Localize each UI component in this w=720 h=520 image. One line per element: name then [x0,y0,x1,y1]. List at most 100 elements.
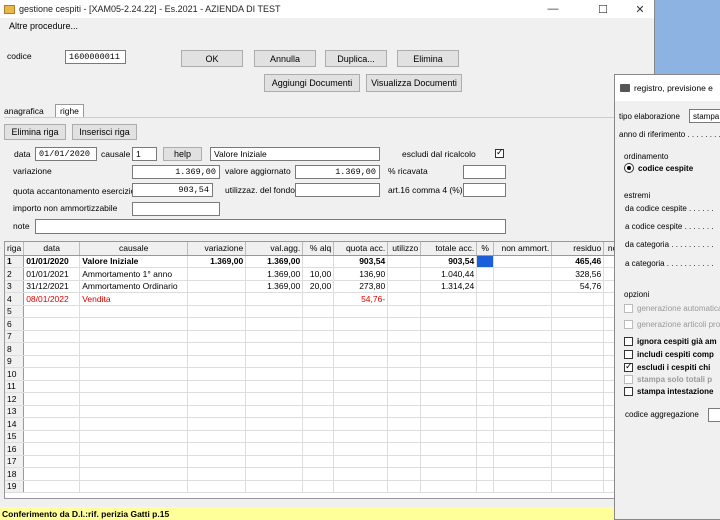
grid-cell-data[interactable]: 31/12/2021 [23,280,81,293]
grid-cell-empty[interactable] [493,442,553,456]
grid-cell-empty[interactable] [245,342,304,356]
grid-cell-empty[interactable] [187,417,247,431]
grid-cell-empty[interactable] [245,367,304,381]
grid-cell-quota[interactable]: 273,80 [333,280,389,293]
grid-cell-empty[interactable] [187,330,247,343]
grid-cell-empty[interactable] [551,405,605,418]
tab-righe[interactable]: righe [55,104,84,117]
table-row[interactable]: 8 [5,342,630,356]
grid-cell-empty[interactable] [23,330,81,343]
grid-cell-empty[interactable] [79,317,189,331]
grid-cell-empty[interactable] [333,480,389,493]
table-row[interactable]: 12 [5,392,630,406]
table-row[interactable]: 1 01/01/2020 Valore Iniziale 1.369,00 1.369,… [5,255,630,268]
grid-cell-pct[interactable] [476,267,495,281]
grid-cell-residuo[interactable]: 328,56 [551,267,605,281]
grid-cell-empty[interactable] [387,330,422,343]
grid-cell-empty[interactable] [493,355,553,368]
grid-cell-empty[interactable] [493,480,553,493]
grid-cell-alq[interactable] [302,292,335,306]
grid-cell-residuo[interactable] [551,292,605,306]
grid-cell-empty[interactable] [387,405,422,418]
grid-cell-empty[interactable] [79,305,189,318]
grid-cell-empty[interactable] [387,442,422,456]
grid-cell-empty[interactable] [245,305,304,318]
grid-row-number[interactable]: 18 [5,467,25,481]
grid-cell-empty[interactable] [420,317,478,331]
grid-cell-totale[interactable]: 1.314,24 [420,280,478,293]
grid-cell-empty[interactable] [387,342,422,356]
grid-cell-empty[interactable] [302,380,335,393]
grid-cell-empty[interactable] [187,317,247,331]
grid-col-header[interactable]: data [23,242,81,256]
grid-cell-empty[interactable] [245,330,304,343]
grid-cell-empty[interactable] [551,380,605,393]
grid-cell-n[interactable]: 2 [5,267,25,281]
grid-col-header[interactable]: % [476,242,495,256]
grid-cell-empty[interactable] [23,367,81,381]
grid-cell-empty[interactable] [302,430,335,443]
grid-cell-empty[interactable] [23,467,81,481]
grid-cell-empty[interactable] [187,355,247,368]
grid-cell-nonammort[interactable] [493,267,553,281]
grid-cell-empty[interactable] [187,305,247,318]
table-row[interactable]: 15 [5,430,630,443]
grid-cell-empty[interactable] [387,467,422,481]
grid-cell-empty[interactable] [551,430,605,443]
grid-cell-empty[interactable] [420,480,478,493]
grid-cell-empty[interactable] [23,417,81,431]
grid-row-number[interactable]: 11 [5,380,25,393]
grid-cell-empty[interactable] [551,305,605,318]
ok-button[interactable]: OK [181,50,243,67]
table-row[interactable]: 14 [5,417,630,431]
grid-cell-empty[interactable] [476,455,495,468]
grid-cell-residuo[interactable]: 54,76 [551,280,605,293]
stampa-intest-checkbox[interactable] [624,387,633,396]
grid-cell-alq[interactable]: 20,00 [302,280,335,293]
grid-cell-empty[interactable] [23,305,81,318]
grid-cell-alq[interactable] [302,255,335,268]
minimize-icon[interactable]: — [538,0,568,18]
grid-row-number[interactable]: 7 [5,330,25,343]
grid-cell-empty[interactable] [476,480,495,493]
grid-cell-empty[interactable] [245,480,304,493]
grid-cell-empty[interactable] [302,392,335,406]
grid-cell-empty[interactable] [302,330,335,343]
grid-cell-empty[interactable] [302,467,335,481]
grid-cell-variazione[interactable] [187,267,247,281]
grid-cell-empty[interactable] [420,330,478,343]
table-row[interactable]: 6 [5,317,630,331]
grid-cell-empty[interactable] [23,480,81,493]
table-row[interactable]: 3 31/12/2021 Ammortamento Ordinario 1.369,0… [5,280,630,293]
grid-cell-valagg[interactable] [245,292,304,306]
grid-cell-empty[interactable] [333,467,389,481]
elimina-riga-button[interactable]: Elimina riga [4,124,66,140]
grid-cell-empty[interactable] [187,455,247,468]
help-button[interactable]: help [163,147,202,161]
grid-cell-totale[interactable]: 1.040,44 [420,267,478,281]
grid-cell-empty[interactable] [79,467,189,481]
grid-cell-empty[interactable] [187,342,247,356]
grid-cell-empty[interactable] [476,367,495,381]
grid-cell-empty[interactable] [476,317,495,331]
grid-cell-empty[interactable] [551,330,605,343]
grid-cell-empty[interactable] [420,455,478,468]
table-row[interactable]: 17 [5,455,630,468]
grid-cell-empty[interactable] [551,342,605,356]
grid-cell-empty[interactable] [551,367,605,381]
grid-cell-empty[interactable] [333,355,389,368]
grid-cell-empty[interactable] [187,367,247,381]
inserisci-riga-button[interactable]: Inserisci riga [72,124,137,140]
grid-row-number[interactable]: 5 [5,305,25,318]
grid-cell-empty[interactable] [333,330,389,343]
grid-cell-empty[interactable] [420,355,478,368]
codice-aggr-input[interactable] [708,408,720,422]
grid-cell-utilizzo[interactable] [387,292,422,306]
grid-col-header[interactable]: residuo [551,242,605,256]
table-row[interactable]: 5 [5,305,630,318]
grid-cell-empty[interactable] [333,317,389,331]
grid-cell-empty[interactable] [493,405,553,418]
variazione-input[interactable]: 1.369,00 [132,165,220,179]
escludi-chi-checkbox[interactable] [624,361,633,372]
grid-cell-empty[interactable] [493,467,553,481]
